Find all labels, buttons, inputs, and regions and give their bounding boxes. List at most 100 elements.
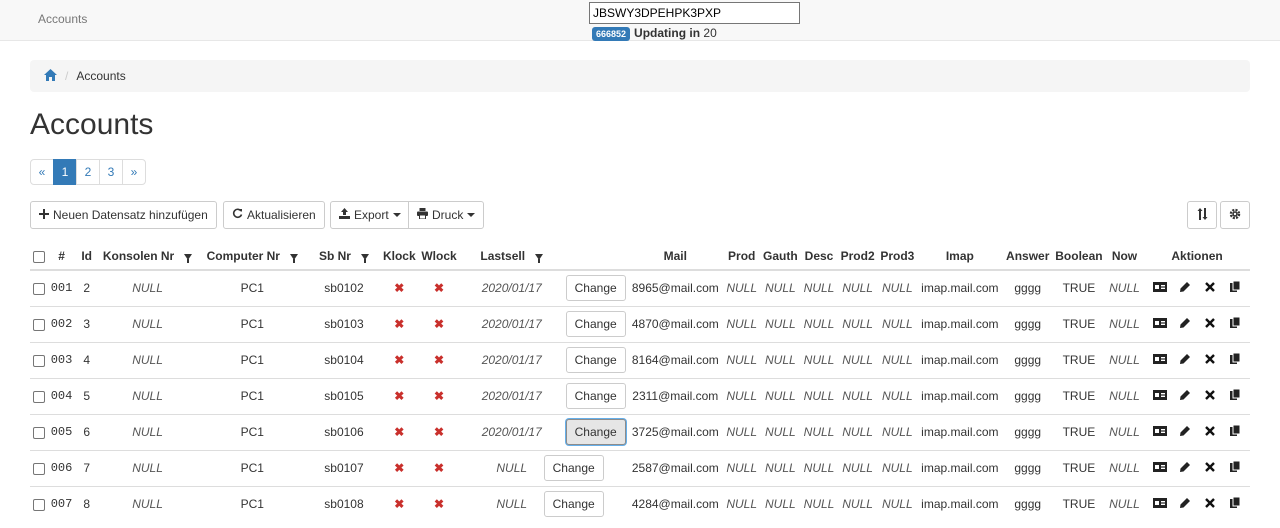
header-mail[interactable]: Mail: [627, 243, 723, 271]
export-dropdown[interactable]: Export: [330, 201, 410, 229]
cell-mail: 2587@mail.com: [627, 449, 723, 486]
row-checkbox[interactable]: [32, 318, 45, 331]
header-num[interactable]: #: [47, 243, 76, 271]
filter-icon[interactable]: [184, 253, 193, 263]
cell-id: 2: [75, 269, 99, 306]
id-card-icon[interactable]: [1147, 317, 1172, 331]
pagination-next[interactable]: »: [122, 159, 146, 185]
header-sb-nr[interactable]: Sb Nr: [307, 243, 381, 271]
header-computer-nr[interactable]: Computer Nr: [197, 243, 308, 271]
filter-icon[interactable]: [289, 253, 298, 263]
header-imap[interactable]: Imap: [917, 243, 1003, 271]
pencil-icon[interactable]: [1172, 425, 1197, 439]
header-prod3[interactable]: Prod3: [877, 243, 918, 271]
pagination-page-1[interactable]: 1: [53, 159, 77, 185]
settings-button[interactable]: [1220, 201, 1250, 229]
copy-icon[interactable]: [1222, 280, 1247, 295]
id-card-icon[interactable]: [1147, 281, 1172, 295]
id-card-icon[interactable]: [1147, 497, 1172, 511]
cell-computer-nr: PC1: [197, 305, 308, 342]
token-input[interactable]: [589, 2, 800, 24]
refresh-button[interactable]: Aktualisieren: [223, 201, 325, 229]
sort-icon: [1197, 207, 1208, 223]
header-id[interactable]: Id: [75, 243, 99, 271]
change-button[interactable]: Change: [565, 311, 626, 337]
close-icon[interactable]: [1197, 281, 1222, 295]
id-card-icon[interactable]: [1147, 425, 1172, 439]
cell-prod2: NULL: [837, 449, 878, 486]
pencil-icon[interactable]: [1172, 497, 1197, 511]
cell-prod3: NULL: [877, 341, 918, 378]
cell-lastsell: 2020/01/17: [459, 413, 564, 450]
cell-imap: imap.mail.com: [917, 269, 1003, 306]
header-prod2[interactable]: Prod2: [837, 243, 878, 271]
header-gauth[interactable]: Gauth: [760, 243, 801, 271]
close-icon[interactable]: [1197, 461, 1222, 475]
change-button[interactable]: Change: [543, 455, 604, 481]
pencil-icon[interactable]: [1172, 281, 1197, 295]
header-now[interactable]: Now: [1104, 243, 1145, 271]
row-checkbox[interactable]: [32, 283, 45, 296]
copy-icon[interactable]: [1222, 460, 1247, 475]
header-desc[interactable]: Desc: [800, 243, 838, 271]
cell-prod2: NULL: [837, 341, 878, 378]
select-all-checkbox[interactable]: [32, 250, 45, 263]
cell-answer: gggg: [1002, 305, 1053, 342]
header-klock[interactable]: Klock: [380, 243, 419, 271]
header-boolean[interactable]: Boolean: [1052, 243, 1105, 271]
cell-prod2: NULL: [837, 305, 878, 342]
row-checkbox[interactable]: [32, 390, 45, 403]
change-button[interactable]: Change: [565, 347, 626, 373]
id-card-icon[interactable]: [1147, 353, 1172, 367]
change-button[interactable]: Change: [565, 275, 626, 302]
cell-sb-nr: sb0106: [307, 413, 381, 450]
pagination-prev[interactable]: «: [30, 159, 54, 185]
row-checkbox[interactable]: [32, 499, 45, 512]
id-card-icon[interactable]: [1147, 461, 1172, 475]
cell-gauth: NULL: [760, 449, 801, 486]
add-record-button[interactable]: Neuen Datensatz hinzufügen: [30, 201, 217, 229]
cell-mail: 8965@mail.com: [627, 269, 723, 306]
cell-id: 3: [75, 305, 99, 342]
print-dropdown[interactable]: Druck: [408, 201, 485, 229]
copy-icon[interactable]: [1222, 424, 1247, 439]
pencil-icon[interactable]: [1172, 461, 1197, 475]
x-mark-icon: ✖: [433, 425, 445, 439]
pagination-page-2[interactable]: 2: [76, 159, 100, 185]
header-konsolen-nr[interactable]: Konsolen Nr: [98, 243, 198, 271]
header-answer[interactable]: Answer: [1002, 243, 1053, 271]
copy-icon[interactable]: [1222, 352, 1247, 367]
close-icon[interactable]: [1197, 353, 1222, 367]
pencil-icon[interactable]: [1172, 353, 1197, 367]
row-checkbox[interactable]: [32, 354, 45, 367]
home-icon[interactable]: [44, 68, 57, 84]
filter-icon[interactable]: [535, 253, 544, 263]
close-icon[interactable]: [1197, 317, 1222, 331]
id-card-icon[interactable]: [1147, 389, 1172, 403]
change-button[interactable]: Change: [565, 383, 626, 409]
sort-button[interactable]: [1187, 201, 1217, 229]
copy-icon[interactable]: [1222, 316, 1247, 331]
header-wlock[interactable]: Wlock: [418, 243, 460, 271]
pencil-icon[interactable]: [1172, 317, 1197, 331]
filter-icon[interactable]: [360, 253, 369, 263]
table-row: 001 2 NULL PC1 sb0102 ✖ ✖ 2020/01/17 Change 8965@…: [30, 269, 1250, 306]
close-icon[interactable]: [1197, 425, 1222, 439]
close-icon[interactable]: [1197, 389, 1222, 403]
row-checkbox[interactable]: [32, 426, 45, 439]
navbar-brand[interactable]: Accounts: [38, 12, 87, 26]
change-button[interactable]: Change: [543, 491, 604, 518]
close-icon[interactable]: [1197, 497, 1222, 511]
x-mark-icon: ✖: [433, 353, 445, 367]
copy-icon[interactable]: [1222, 496, 1247, 511]
row-checkbox[interactable]: [32, 462, 45, 475]
pagination-page-3[interactable]: 3: [99, 159, 123, 185]
cell-konsolen-nr: NULL: [98, 341, 198, 378]
pencil-icon[interactable]: [1172, 389, 1197, 403]
row-number: 006: [47, 449, 76, 486]
pagination: « 1 2 3 »: [30, 159, 146, 185]
copy-icon[interactable]: [1222, 388, 1247, 403]
header-lastsell[interactable]: Lastsell: [459, 243, 564, 271]
header-prod[interactable]: Prod: [722, 243, 761, 271]
change-button[interactable]: Change: [565, 419, 626, 445]
